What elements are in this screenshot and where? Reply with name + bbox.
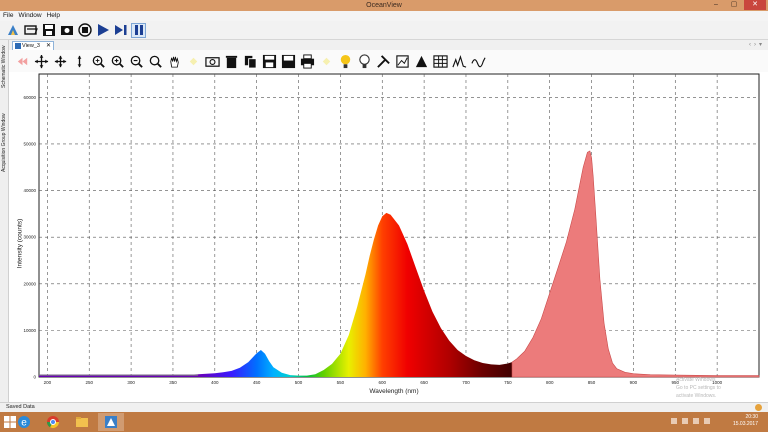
menu-window[interactable]: Window [18,11,41,21]
pause-icon[interactable] [131,22,146,38]
camera-icon[interactable] [204,53,221,70]
window-title: OceanView [366,2,402,9]
status-text: Saved Data [6,404,35,410]
move-icon[interactable] [33,53,50,70]
minimize-button[interactable]: – [708,0,724,10]
camera-capture-icon[interactable] [59,23,74,38]
x-tick-label: 650 [420,380,428,385]
y-tick-label: 10000 [23,328,36,333]
graph-toolbar [9,50,768,72]
step-icon[interactable] [113,23,128,38]
oceanview-window: OceanView – ▢ ✕ File Window Help Schemat… [0,0,768,432]
y-tick-label: 50000 [23,141,36,146]
x-tick-label: 800 [546,380,554,385]
x-tick-label: 300 [127,380,135,385]
status-bar: Saved Data [0,402,768,412]
tab-next-icon[interactable]: › [754,40,756,50]
toolbar-spacer-9 [185,53,202,70]
y-axis-label: Intensity (counts) [16,218,24,269]
clock-time: 20:30 [745,414,758,420]
clock-date: 15.03.2017 [732,421,758,427]
system-tray [671,418,710,424]
y-tick-label: 60000 [23,95,36,100]
windows-taskbar: e 20:30 15.03.2017 [0,412,768,432]
menu-file[interactable]: File [3,11,13,21]
tray-network-icon[interactable] [682,418,688,424]
x-tick-label: 600 [378,380,386,385]
copy-icon[interactable] [242,53,259,70]
save-icon[interactable] [41,23,56,38]
zoom-in-icon[interactable] [109,53,126,70]
open-icon[interactable] [23,23,38,38]
menu-help[interactable]: Help [47,11,60,21]
zoom-reset-icon[interactable] [147,53,164,70]
ie-icon[interactable]: e [11,413,37,431]
y-tick-label: 0 [33,375,36,380]
x-tick-label: 400 [211,380,219,385]
tab-prev-icon[interactable]: ‹ [749,40,751,50]
x-tick-label: 250 [85,380,93,385]
lamp-on-icon[interactable] [337,53,354,70]
peak-icon[interactable] [413,53,430,70]
tray-flag-icon[interactable] [671,418,677,424]
zoom-fit-icon[interactable] [90,53,107,70]
spectrum-icon[interactable] [451,53,468,70]
oceanview-icon[interactable] [98,413,124,431]
lamp-off-icon[interactable] [356,53,373,70]
x-tick-label: 550 [337,380,345,385]
x-tick-label: 750 [504,380,512,385]
view-icon [15,43,21,49]
side-tab-strip: Schematic Window Acquisition Group Windo… [0,40,9,402]
chrome-icon[interactable] [40,413,66,431]
table-icon[interactable] [432,53,449,70]
tray-volume-icon[interactable] [693,418,699,424]
x-tick-label: 850 [588,380,596,385]
x-tick-label: 500 [295,380,303,385]
x-tick-label: 700 [462,380,470,385]
hand-icon[interactable] [166,53,183,70]
export-icon[interactable] [280,53,297,70]
print-icon[interactable] [299,53,316,70]
activate-windows-watermark: Activate Windows Go to PC settings to ac… [676,377,721,399]
move-y-icon[interactable] [71,53,88,70]
chart-icon[interactable] [394,53,411,70]
app-logo-icon[interactable] [5,23,20,38]
status-indicator-icon [755,404,762,411]
main-toolbar [0,21,768,40]
undo-icon[interactable] [14,53,31,70]
spectrum-graph[interactable]: 200 250 300 350 400 450 500 550 600 650 700 750 800 8… [9,72,768,402]
x-tick-label: 900 [630,380,638,385]
view-tab-label: View_3 [22,43,40,49]
x-axis-label: Wavelength (nm) [369,388,419,395]
tab-view-3[interactable]: View_3 ✕ [12,41,54,50]
title-bar: OceanView – ▢ ✕ [0,0,768,11]
view-tab-bar: View_3 ✕ ‹ › ▾ [9,40,768,50]
tools-icon[interactable] [375,53,392,70]
save-graph-icon[interactable] [261,53,278,70]
y-tick-label: 30000 [23,235,36,240]
spectrum-plot[interactable]: 200 250 300 350 400 450 500 550 600 650 700 750 800 8… [9,72,768,402]
maximize-button[interactable]: ▢ [726,0,742,10]
menu-bar: File Window Help [0,11,768,21]
trash-icon[interactable] [223,53,240,70]
y-tick-label: 40000 [23,188,36,193]
move-xy-icon[interactable] [52,53,69,70]
tab-close-icon[interactable]: ✕ [46,42,51,50]
overlay-icon[interactable] [470,53,487,70]
close-button[interactable]: ✕ [744,0,766,10]
clock[interactable]: 20:30 15.03.2017 [733,414,758,428]
tray-language-icon[interactable] [704,418,710,424]
svg-text:e: e [21,418,27,429]
tab-menu-icon[interactable]: ▾ [759,40,762,50]
x-tick-label: 450 [253,380,261,385]
x-tick-label: 350 [169,380,177,385]
x-tick-label: 200 [44,380,52,385]
y-tick-label: 20000 [23,281,36,286]
zoom-out-icon[interactable] [128,53,145,70]
explorer-icon[interactable] [69,413,95,431]
play-icon[interactable] [95,23,110,38]
toolbar-spacer-16 [318,53,335,70]
device-icon[interactable] [77,23,92,38]
